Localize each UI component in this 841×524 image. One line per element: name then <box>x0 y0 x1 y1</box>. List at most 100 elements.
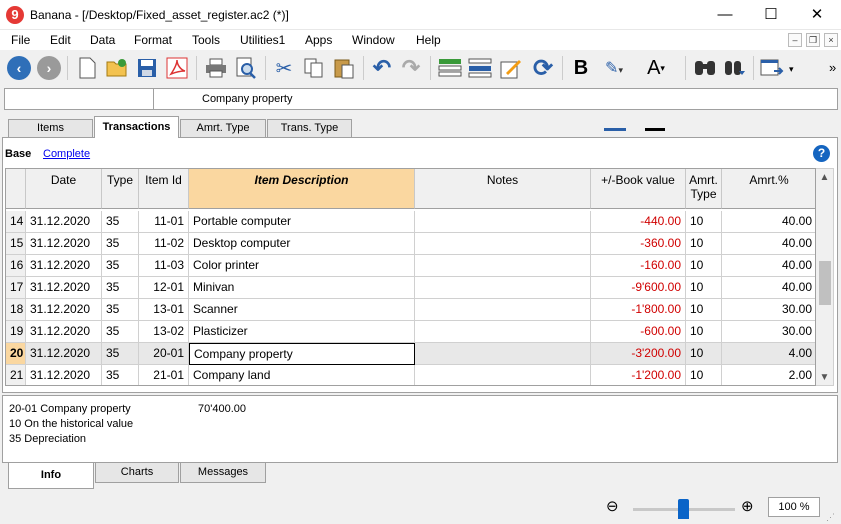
cell-amrt-pct[interactable]: 30.00 <box>722 299 815 321</box>
cell-item-id[interactable]: 11-02 <box>139 233 189 255</box>
cell-description[interactable]: Company land <box>189 365 415 385</box>
cell-amrt-type[interactable]: 10 <box>686 365 722 385</box>
tab-charts[interactable]: Charts <box>95 463 179 483</box>
highlight-button[interactable]: ✎▾ <box>600 54 628 82</box>
close-button[interactable]: ✕ <box>794 0 840 30</box>
tab-trans-type[interactable]: Trans. Type <box>267 119 352 137</box>
cell-content-editor[interactable]: Company property <box>153 88 838 110</box>
header-amrt-pct[interactable]: Amrt.% <box>722 169 815 209</box>
menu-edit[interactable]: Edit <box>50 33 71 47</box>
cell-description[interactable]: Minivan <box>189 277 415 299</box>
cell-item-id[interactable]: 11-01 <box>139 211 189 233</box>
cell-description[interactable]: Portable computer <box>189 211 415 233</box>
window-button[interactable] <box>758 54 786 82</box>
find-next-button[interactable] <box>721 54 749 82</box>
menu-apps[interactable]: Apps <box>305 33 332 47</box>
header-amrt-type[interactable]: Amrt. Type <box>686 169 722 209</box>
header-date[interactable]: Date <box>26 169 102 209</box>
minimize-button[interactable]: — <box>702 0 748 30</box>
mdi-close-button[interactable]: × <box>824 33 838 47</box>
cell-type[interactable]: 35 <box>102 321 139 343</box>
cell-notes[interactable] <box>415 321 591 343</box>
cell-type[interactable]: 35 <box>102 277 139 299</box>
window-dropdown-icon[interactable]: ▾ <box>789 64 794 75</box>
cell-item-id[interactable]: 13-02 <box>139 321 189 343</box>
copy-button[interactable] <box>300 54 328 82</box>
row-number[interactable]: 20 <box>6 343 26 365</box>
cell-date[interactable]: 31.12.2020 <box>26 255 102 277</box>
cell-notes[interactable] <box>415 255 591 277</box>
scroll-thumb[interactable] <box>819 261 831 305</box>
row-number[interactable]: 15 <box>6 233 26 255</box>
cell-amrt-pct[interactable]: 40.00 <box>722 233 815 255</box>
header-item-id[interactable]: Item Id <box>139 169 189 209</box>
header-type[interactable]: Type <box>102 169 139 209</box>
delete-row-button[interactable] <box>466 54 494 82</box>
cell-type[interactable]: 35 <box>102 299 139 321</box>
cell-notes[interactable] <box>415 299 591 321</box>
cell-amrt-type[interactable]: 10 <box>686 343 722 365</box>
toolbar-overflow-button[interactable]: » <box>829 60 836 75</box>
mdi-restore-button[interactable]: ❐ <box>806 33 820 47</box>
cell-description[interactable]: Plasticizer <box>189 321 415 343</box>
resize-grip-icon[interactable]: ⋰ <box>826 512 835 523</box>
vertical-scrollbar[interactable]: ▲ ▼ <box>816 168 834 386</box>
menu-format[interactable]: Format <box>134 33 172 47</box>
view-complete-link[interactable]: Complete <box>43 148 90 160</box>
recheck-button[interactable]: ⟳ <box>529 54 557 82</box>
help-icon[interactable]: ? <box>813 145 830 162</box>
cell-book-value[interactable]: -1'800.00 <box>591 299 686 321</box>
cell-amrt-pct[interactable]: 40.00 <box>722 211 815 233</box>
cell-description[interactable]: Color printer <box>189 255 415 277</box>
menu-window[interactable]: Window <box>352 33 395 47</box>
cell-amrt-type[interactable]: 10 <box>686 233 722 255</box>
cell-date[interactable]: 31.12.2020 <box>26 343 102 365</box>
new-file-button[interactable] <box>73 54 101 82</box>
pdf-button[interactable] <box>163 54 191 82</box>
cell-type[interactable]: 35 <box>102 365 139 385</box>
cell-book-value[interactable]: -160.00 <box>591 255 686 277</box>
edit-button[interactable] <box>497 54 525 82</box>
cell-date[interactable]: 31.12.2020 <box>26 233 102 255</box>
save-button[interactable] <box>133 54 161 82</box>
cell-date[interactable]: 31.12.2020 <box>26 321 102 343</box>
cell-notes[interactable] <box>415 233 591 255</box>
cell-date[interactable]: 31.12.2020 <box>26 211 102 233</box>
cell-item-id[interactable]: 21-01 <box>139 365 189 385</box>
cell-amrt-pct[interactable]: 2.00 <box>722 365 815 385</box>
row-number[interactable]: 17 <box>6 277 26 299</box>
mdi-minimize-button[interactable]: – <box>788 33 802 47</box>
cell-item-id[interactable]: 20-01 <box>139 343 189 365</box>
cell-item-id[interactable]: 11-03 <box>139 255 189 277</box>
redo-button[interactable]: ↷ <box>397 54 425 82</box>
cell-amrt-type[interactable]: 10 <box>686 255 722 277</box>
row-number[interactable]: 18 <box>6 299 26 321</box>
row-number[interactable]: 21 <box>6 365 26 385</box>
cell-date[interactable]: 31.12.2020 <box>26 277 102 299</box>
cell-description[interactable]: Scanner <box>189 299 415 321</box>
cell-description[interactable]: Company property <box>189 343 415 365</box>
cell-type[interactable]: 35 <box>102 343 139 365</box>
header-book-value[interactable]: +/-Book value <box>591 169 686 209</box>
menu-file[interactable]: File <box>11 33 30 47</box>
scroll-down-icon[interactable]: ▼ <box>816 369 833 386</box>
row-number[interactable]: 19 <box>6 321 26 343</box>
cell-notes[interactable] <box>415 365 591 385</box>
menu-tools[interactable]: Tools <box>192 33 220 47</box>
cell-book-value[interactable]: -1'200.00 <box>591 365 686 385</box>
cell-date[interactable]: 31.12.2020 <box>26 299 102 321</box>
header-item-description[interactable]: Item Description <box>189 169 415 209</box>
zoom-in-icon[interactable]: ⊕ <box>741 497 754 515</box>
cell-book-value[interactable]: -3'200.00 <box>591 343 686 365</box>
back-button[interactable]: ‹ <box>5 54 33 82</box>
cell-description[interactable]: Desktop computer <box>189 233 415 255</box>
bold-button[interactable]: B <box>567 54 595 82</box>
cell-amrt-pct[interactable]: 40.00 <box>722 255 815 277</box>
menu-help[interactable]: Help <box>416 33 441 47</box>
cell-item-id[interactable]: 12-01 <box>139 277 189 299</box>
cell-book-value[interactable]: -360.00 <box>591 233 686 255</box>
zoom-slider-thumb[interactable] <box>678 499 689 519</box>
text-color-button[interactable]: A ▾ <box>642 54 670 82</box>
paste-button[interactable] <box>330 54 358 82</box>
zoom-level[interactable]: 100 % <box>768 497 820 517</box>
